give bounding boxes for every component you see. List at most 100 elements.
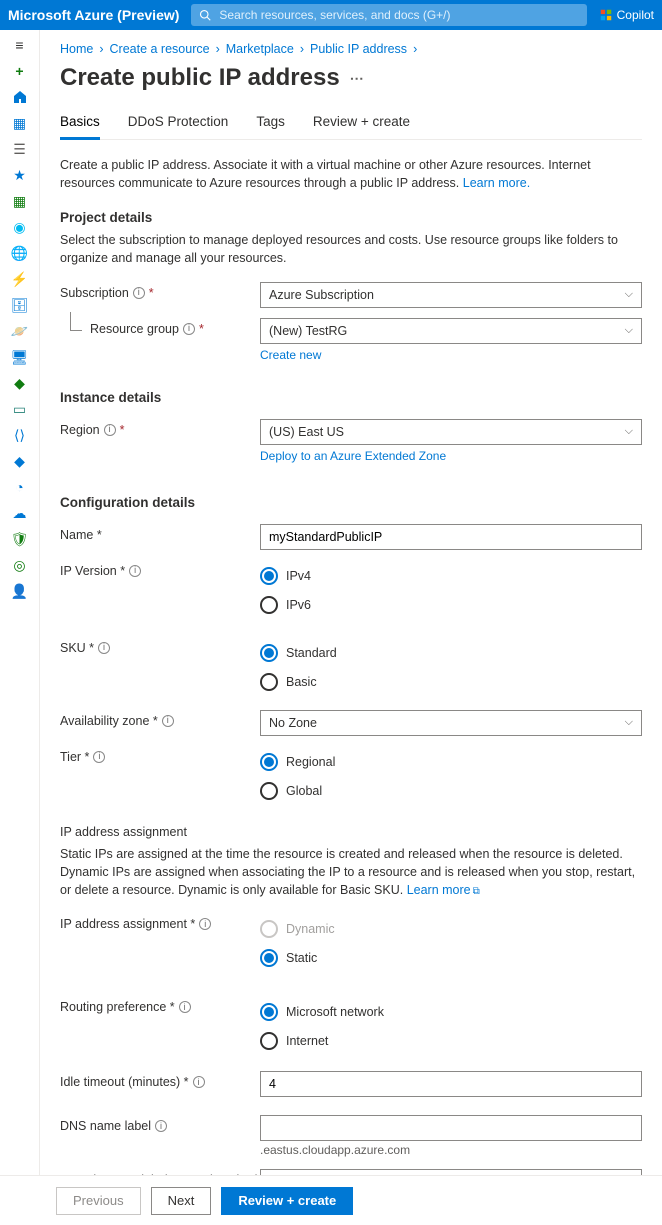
ip-assignment-heading: IP address assignment bbox=[60, 825, 642, 839]
info-icon[interactable]: i bbox=[129, 565, 141, 577]
idle-timeout-input[interactable] bbox=[269, 1072, 633, 1096]
review-create-button[interactable]: Review + create bbox=[221, 1187, 353, 1215]
region-label: Region i * bbox=[60, 419, 260, 437]
info-icon[interactable]: i bbox=[199, 918, 211, 930]
search-input[interactable] bbox=[217, 7, 578, 23]
add-icon[interactable]: + bbox=[11, 62, 29, 80]
user-icon[interactable]: 👤 bbox=[11, 582, 29, 600]
subscription-label: Subscription i * bbox=[60, 282, 260, 300]
info-icon[interactable]: i bbox=[179, 1001, 191, 1013]
subscription-select[interactable]: Azure Subscription ⌵ bbox=[260, 282, 642, 308]
star-icon[interactable]: ★ bbox=[11, 166, 29, 184]
radio-tier-global[interactable] bbox=[260, 782, 278, 800]
radio-sku-basic[interactable] bbox=[260, 673, 278, 691]
hamburger-icon[interactable]: ≡ bbox=[11, 36, 29, 54]
main-content: Home› Create a resource› Marketplace› Pu… bbox=[40, 30, 662, 1175]
info-icon[interactable]: i bbox=[93, 751, 105, 763]
info-icon[interactable]: i bbox=[155, 1120, 167, 1132]
cosmos-icon[interactable]: 🪐 bbox=[11, 322, 29, 340]
cost-icon[interactable]: ◎ bbox=[11, 556, 29, 574]
info-icon[interactable]: i bbox=[133, 287, 145, 299]
extended-zone-link[interactable]: Deploy to an Azure Extended Zone bbox=[260, 449, 446, 463]
dns-suffix: .eastus.cloudapp.azure.com bbox=[260, 1143, 642, 1157]
cloud-icon[interactable]: ☁ bbox=[11, 504, 29, 522]
list-icon[interactable]: ☰ bbox=[11, 140, 29, 158]
info-icon[interactable]: i bbox=[162, 715, 174, 727]
intro-learn-more[interactable]: Learn more. bbox=[463, 176, 530, 190]
tab-tags[interactable]: Tags bbox=[256, 114, 285, 139]
radio-internet[interactable] bbox=[260, 1032, 278, 1050]
brand-label: Microsoft Azure (Preview) bbox=[8, 7, 179, 23]
project-details-heading: Project details bbox=[60, 210, 642, 225]
info-icon[interactable]: i bbox=[183, 323, 195, 335]
sku-label: SKU * i bbox=[60, 637, 260, 655]
globe-icon[interactable]: 🌐 bbox=[11, 244, 29, 262]
left-nav: ≡ + ▦ ☰ ★ ▦ ◉ 🌐 ⚡ 🗄 🪐 🖥 ◆ ▭ ⟨⟩ ◆ ◔ ☁ 🛡 ◎… bbox=[0, 30, 40, 1175]
idle-timeout-label: Idle timeout (minutes) * i bbox=[60, 1071, 260, 1089]
ip-assignment-desc: Static IPs are assigned at the time the … bbox=[60, 845, 642, 900]
network-icon[interactable]: ⟨⟩ bbox=[11, 426, 29, 444]
info-icon[interactable]: i bbox=[104, 424, 116, 436]
region-select[interactable]: (US) East US ⌵ bbox=[260, 419, 642, 445]
create-new-link[interactable]: Create new bbox=[260, 348, 321, 362]
vm-icon[interactable]: 🖥 bbox=[11, 348, 29, 366]
tab-basics[interactable]: Basics bbox=[60, 114, 100, 140]
info-icon[interactable]: i bbox=[193, 1076, 205, 1088]
monitor-icon[interactable]: ◔ bbox=[11, 478, 29, 496]
project-details-desc: Select the subscription to manage deploy… bbox=[60, 231, 642, 267]
radio-sku-standard[interactable] bbox=[260, 644, 278, 662]
search-icon bbox=[199, 9, 211, 21]
crumb-publicip[interactable]: Public IP address bbox=[310, 42, 407, 56]
crumb-create[interactable]: Create a resource bbox=[110, 42, 210, 56]
resource-group-select[interactable]: (New) TestRG ⌵ bbox=[260, 318, 642, 344]
radio-static[interactable] bbox=[260, 949, 278, 967]
more-icon[interactable]: ⋯ bbox=[350, 70, 364, 87]
ipversion-label: IP Version * i bbox=[60, 560, 260, 578]
wizard-footer: Previous Next Review + create bbox=[0, 1175, 662, 1225]
ad-icon[interactable]: ◆ bbox=[11, 452, 29, 470]
availability-zone-select[interactable]: No Zone ⌵ bbox=[260, 710, 642, 736]
diamond-icon[interactable]: ◆ bbox=[11, 374, 29, 392]
radio-tier-regional[interactable] bbox=[260, 753, 278, 771]
external-link-icon: ⧉ bbox=[473, 885, 480, 900]
chevron-down-icon: ⌵ bbox=[625, 288, 633, 301]
config-details-heading: Configuration details bbox=[60, 495, 642, 510]
ip-assignment-learn-more[interactable]: Learn more⧉ bbox=[407, 883, 480, 897]
dns-input[interactable] bbox=[269, 1116, 633, 1140]
dns-label: DNS name label i bbox=[60, 1115, 260, 1133]
chevron-right-icon: › bbox=[300, 42, 304, 56]
apps-icon[interactable]: ▦ bbox=[11, 192, 29, 210]
copilot-label: Copilot bbox=[617, 8, 654, 22]
name-input[interactable] bbox=[269, 525, 633, 549]
name-input-wrap bbox=[260, 524, 642, 550]
availability-zone-label: Availability zone * i bbox=[60, 710, 260, 728]
crumb-marketplace[interactable]: Marketplace bbox=[226, 42, 294, 56]
home-icon[interactable] bbox=[11, 88, 29, 106]
dashboard-icon[interactable]: ▦ bbox=[11, 114, 29, 132]
storage-icon[interactable]: ▭ bbox=[11, 400, 29, 418]
global-search[interactable] bbox=[191, 4, 586, 26]
resource-group-label: Resource group i * bbox=[90, 318, 260, 336]
tab-review[interactable]: Review + create bbox=[313, 114, 410, 139]
function-icon[interactable]: ⚡ bbox=[11, 270, 29, 288]
copilot-button[interactable]: Copilot bbox=[599, 8, 654, 22]
previous-button: Previous bbox=[56, 1187, 141, 1215]
chevron-right-icon: › bbox=[413, 42, 417, 56]
name-label: Name * bbox=[60, 524, 260, 542]
cube-icon[interactable]: ◉ bbox=[11, 218, 29, 236]
security-icon[interactable]: 🛡 bbox=[11, 530, 29, 548]
tabs: Basics DDoS Protection Tags Review + cre… bbox=[60, 114, 642, 140]
crumb-home[interactable]: Home bbox=[60, 42, 93, 56]
page-title-row: Create public IP address ⋯ bbox=[60, 64, 642, 92]
radio-ipv6[interactable] bbox=[260, 596, 278, 614]
tab-ddos[interactable]: DDoS Protection bbox=[128, 114, 229, 139]
radio-ipv4[interactable] bbox=[260, 567, 278, 585]
database-icon[interactable]: 🗄 bbox=[11, 296, 29, 314]
next-button[interactable]: Next bbox=[151, 1187, 212, 1215]
chevron-down-icon: ⌵ bbox=[625, 716, 633, 729]
info-icon[interactable]: i bbox=[98, 642, 110, 654]
top-bar: Microsoft Azure (Preview) Copilot bbox=[0, 0, 662, 30]
tier-label: Tier * i bbox=[60, 746, 260, 764]
radio-msnetwork[interactable] bbox=[260, 1003, 278, 1021]
page-title: Create public IP address bbox=[60, 64, 340, 92]
